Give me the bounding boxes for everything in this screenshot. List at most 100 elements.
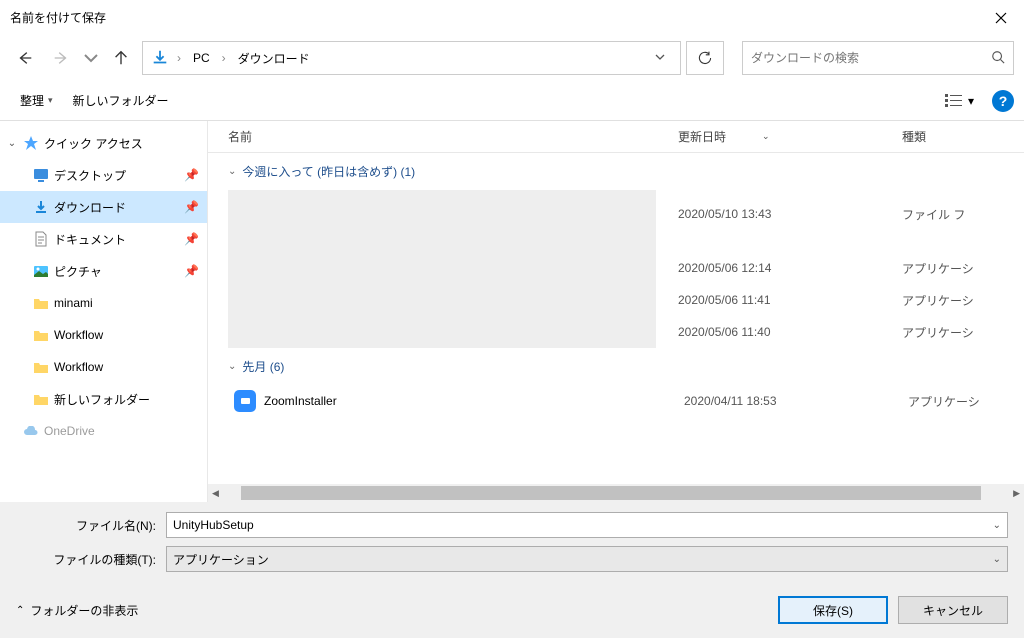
chevron-down-icon[interactable]: ⌄	[993, 520, 1001, 531]
sidebar-item-workflow[interactable]: Workflow	[0, 351, 207, 383]
refresh-icon	[697, 50, 713, 66]
breadcrumb-pc[interactable]: PC	[189, 51, 214, 65]
refresh-button[interactable]	[686, 41, 724, 75]
file-row[interactable]: ZoomInstaller 2020/04/11 18:53 アプリケーシ	[214, 385, 1024, 417]
folder-icon	[32, 390, 50, 408]
folder-icon	[32, 326, 50, 344]
nav-recent-button[interactable]	[82, 43, 100, 73]
group-last-month[interactable]: ⌄ 先月 (6)	[214, 348, 1024, 385]
pin-icon: 📌	[184, 264, 199, 278]
downloads-icon	[32, 198, 50, 216]
sidebar-label: minami	[54, 296, 93, 310]
address-bar[interactable]: › PC › ダウンロード	[142, 41, 681, 75]
breadcrumb-downloads[interactable]: ダウンロード	[234, 50, 314, 67]
file-date: 2020/05/06 11:41	[678, 293, 902, 307]
search-box[interactable]	[742, 41, 1014, 75]
sidebar-item-onedrive[interactable]: OneDrive	[0, 423, 207, 439]
search-icon	[991, 50, 1005, 67]
cancel-button[interactable]: キャンセル	[898, 596, 1008, 624]
view-options-button[interactable]: ▾	[940, 88, 978, 114]
column-name[interactable]: 名前	[228, 128, 678, 145]
hide-folders-toggle[interactable]: ⌃ フォルダーの非表示	[16, 602, 138, 619]
new-folder-button[interactable]: 新しいフォルダー	[63, 86, 179, 115]
sidebar-label: デスクトップ	[54, 167, 126, 184]
sort-caret-icon: ⌄	[762, 131, 770, 142]
arrow-right-icon	[52, 49, 70, 67]
filename-label: ファイル名(N):	[16, 517, 166, 534]
chevron-down-icon	[82, 49, 100, 67]
sidebar-label: OneDrive	[44, 424, 95, 438]
folder-icon	[32, 358, 50, 376]
sidebar-item-quick-access[interactable]: ⌄ クイック アクセス	[0, 127, 207, 159]
file-type: ファイル フ	[902, 206, 965, 223]
pin-icon: 📌	[184, 200, 199, 214]
organize-button[interactable]: 整理 ▾	[10, 86, 63, 115]
sidebar-item-desktop[interactable]: デスクトップ 📌	[0, 159, 207, 191]
sidebar-item-pictures[interactable]: ピクチャ 📌	[0, 255, 207, 287]
chevron-down-icon	[654, 51, 666, 63]
organize-label: 整理	[20, 92, 44, 109]
sidebar-item-minami[interactable]: minami	[0, 287, 207, 319]
sidebar-item-documents[interactable]: ドキュメント 📌	[0, 223, 207, 255]
pin-icon: 📌	[184, 168, 199, 182]
file-type: アプリケーシ	[908, 393, 1024, 410]
new-folder-label: 新しいフォルダー	[73, 92, 169, 109]
arrow-up-icon	[112, 49, 130, 67]
breadcrumb-separator: ›	[175, 51, 183, 65]
scrollbar-thumb[interactable]	[241, 486, 981, 500]
downloads-icon	[151, 49, 169, 67]
group-label: 今週に入って (昨日は含めず) (1)	[242, 163, 415, 180]
filename-input[interactable]	[173, 518, 993, 532]
address-dropdown[interactable]	[648, 51, 672, 66]
close-icon	[995, 12, 1007, 24]
close-button[interactable]	[978, 3, 1024, 33]
save-button[interactable]: 保存(S)	[778, 596, 888, 624]
pictures-icon	[32, 262, 50, 280]
column-headers: 名前 更新日時⌄ 種類	[208, 121, 1024, 153]
desktop-icon	[32, 166, 50, 184]
nav-back-button[interactable]	[10, 43, 40, 73]
column-type[interactable]: 種類	[902, 128, 1024, 145]
chevron-down-icon[interactable]: ⌄	[993, 554, 1001, 565]
file-date: 2020/05/10 13:43	[678, 207, 902, 221]
folder-icon	[32, 294, 50, 312]
sidebar-label: ドキュメント	[54, 231, 126, 248]
nav-forward-button[interactable]	[46, 43, 76, 73]
dialog-title: 名前を付けて保存	[10, 9, 106, 26]
zoom-app-icon	[234, 390, 256, 412]
breadcrumb-separator: ›	[220, 51, 228, 65]
search-input[interactable]	[751, 51, 991, 65]
filetype-value: アプリケーション	[173, 551, 993, 568]
file-type: アプリケーシ	[902, 260, 974, 277]
view-list-icon	[944, 92, 964, 110]
chevron-down-icon: ▾	[968, 94, 974, 108]
document-icon	[32, 230, 50, 248]
column-modified[interactable]: 更新日時⌄	[678, 128, 902, 145]
sidebar-item-workflow[interactable]: Workflow	[0, 319, 207, 351]
chevron-up-icon: ⌃	[16, 605, 24, 616]
nav-up-button[interactable]	[106, 43, 136, 73]
sidebar-label: Workflow	[54, 328, 103, 342]
group-label: 先月 (6)	[242, 358, 284, 375]
filetype-label: ファイルの種類(T):	[16, 551, 166, 568]
filetype-combo[interactable]: アプリケーション ⌄	[166, 546, 1008, 572]
star-icon	[22, 134, 40, 152]
sidebar-item-new-folder[interactable]: 新しいフォルダー	[0, 383, 207, 415]
file-list: ⌄ 今週に入って (昨日は含めず) (1) 2020/05/10 13:43ファ…	[208, 153, 1024, 484]
sidebar-label: Workflow	[54, 360, 103, 374]
cloud-icon	[22, 423, 40, 439]
filename-combo[interactable]: ⌄	[166, 512, 1008, 538]
sidebar-label: ピクチャ	[54, 263, 102, 280]
file-date: 2020/05/06 11:40	[678, 325, 902, 339]
help-button[interactable]: ?	[992, 90, 1014, 112]
file-type: アプリケーシ	[902, 324, 974, 341]
expand-icon: ⌄	[6, 138, 18, 149]
sidebar-item-downloads[interactable]: ダウンロード 📌	[0, 191, 207, 223]
arrow-left-icon	[16, 49, 34, 67]
sidebar: ⌄ クイック アクセス デスクトップ 📌 ダウンロード 📌 ドキュメント 📌 ピ…	[0, 121, 208, 502]
chevron-down-icon: ▾	[48, 95, 53, 106]
chevron-down-icon: ⌄	[228, 166, 236, 177]
group-this-week[interactable]: ⌄ 今週に入って (昨日は含めず) (1)	[214, 153, 1024, 190]
file-date: 2020/04/11 18:53	[684, 394, 908, 408]
horizontal-scrollbar[interactable]	[208, 484, 1024, 502]
